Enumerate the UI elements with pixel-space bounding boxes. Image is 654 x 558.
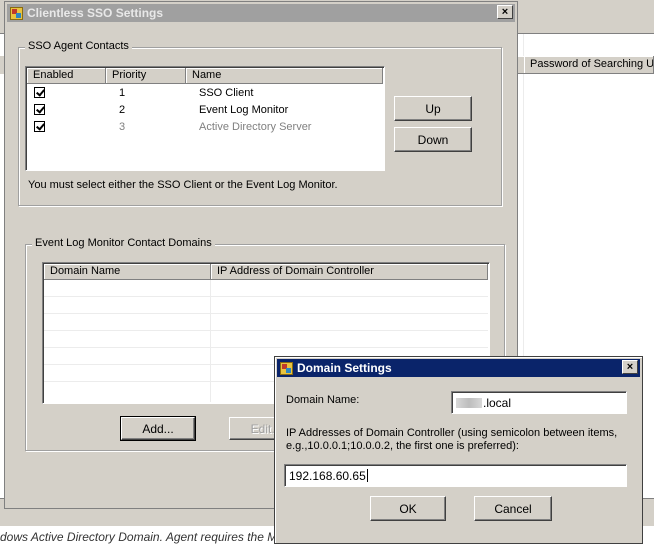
domain-settings-dialog: Domain Settings × Domain Name: .local IP… <box>274 356 643 544</box>
sso-agent-contacts-legend: SSO Agent Contacts <box>25 40 132 52</box>
domain-name-label: Domain Name: <box>286 394 360 406</box>
close-icon[interactable]: × <box>622 360 638 374</box>
list-item[interactable]: 1 SSO Client <box>27 84 383 101</box>
cancel-button[interactable]: Cancel <box>474 496 552 521</box>
domain-dialog-title: Domain Settings <box>297 361 392 375</box>
redacted-text <box>456 397 482 408</box>
column-ip-address[interactable]: IP Address of Domain Controller <box>211 264 488 280</box>
column-domain-name[interactable]: Domain Name <box>44 264 211 280</box>
event-log-monitor-domains-legend: Event Log Monitor Contact Domains <box>32 237 215 249</box>
priority-cell: 1 <box>119 86 126 99</box>
close-icon[interactable]: × <box>497 5 513 19</box>
domains-list-header: Domain Name IP Address of Domain Control… <box>44 264 488 280</box>
domain-dialog-titlebar: Domain Settings × <box>277 359 640 377</box>
checkbox-checked-icon[interactable] <box>34 121 45 132</box>
sso-agent-contacts-group: SSO Agent Contacts Enabled Priority Name… <box>18 40 502 206</box>
name-cell: SSO Client <box>199 86 254 99</box>
down-button[interactable]: Down <box>394 127 472 152</box>
list-item[interactable]: 3 Active Directory Server <box>27 118 383 135</box>
main-dialog-title: Clientless SSO Settings <box>27 6 164 20</box>
domain-name-field[interactable]: .local <box>451 391 627 414</box>
main-dialog-titlebar: Clientless SSO Settings × <box>7 4 515 22</box>
column-priority[interactable]: Priority <box>106 68 186 84</box>
checkbox-checked-icon[interactable] <box>34 87 45 98</box>
ok-button[interactable]: OK <box>370 496 446 521</box>
checkbox-checked-icon[interactable] <box>34 104 45 115</box>
sso-agent-list-header: Enabled Priority Name <box>27 68 383 84</box>
sso-agent-list[interactable]: Enabled Priority Name 1 SSO Client 2 Eve… <box>25 66 385 171</box>
ip-addresses-label: IP Addresses of Domain Controller (using… <box>286 427 618 452</box>
column-enabled[interactable]: Enabled <box>27 68 106 84</box>
ip-addresses-field[interactable]: 192.168.60.65 <box>284 464 627 487</box>
up-button[interactable]: Up <box>394 96 472 121</box>
list-item[interactable]: 2 Event Log Monitor <box>27 101 383 118</box>
text-cursor <box>366 469 368 482</box>
column-name[interactable]: Name <box>186 68 383 84</box>
add-domain-button[interactable]: Add... <box>120 416 196 441</box>
name-cell: Event Log Monitor <box>199 103 289 116</box>
priority-cell: 2 <box>119 103 126 116</box>
app-icon <box>280 361 293 375</box>
priority-cell: 3 <box>119 120 126 133</box>
app-icon <box>10 6 23 20</box>
domain-name-value: .local <box>483 395 512 410</box>
ip-addresses-value: 192.168.60.65 <box>289 468 366 483</box>
sso-selection-note: You must select either the SSO Client or… <box>28 179 338 191</box>
background-column-header[interactable]: Password of Searching Us <box>524 56 654 74</box>
name-cell: Active Directory Server <box>199 120 312 133</box>
